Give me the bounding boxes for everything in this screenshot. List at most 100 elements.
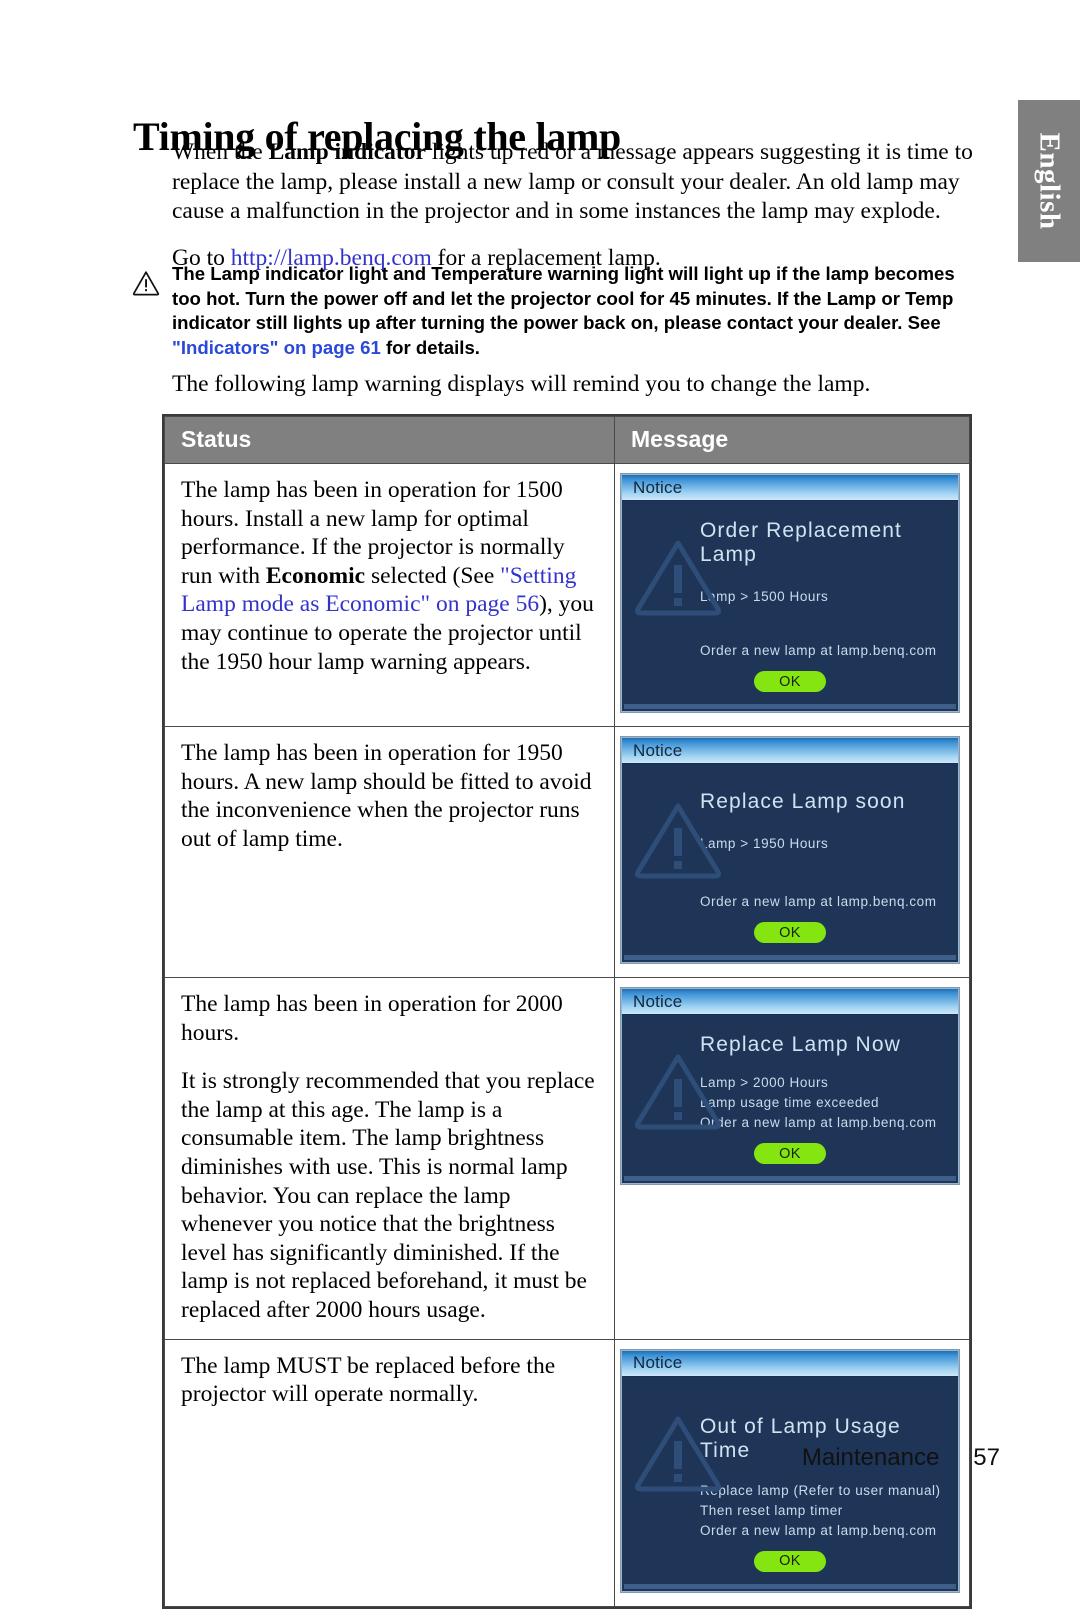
page-footer: Maintenance 57 <box>0 1444 1000 1472</box>
osd-line-top-2: Order a new lamp at lamp.benq.com <box>700 1115 937 1130</box>
message-cell: Notice Out of Lamp Usage Time Replace la… <box>614 1338 970 1607</box>
table-row: The lamp has been in operation for 1500 … <box>164 463 970 727</box>
ok-button[interactable]: OK <box>754 1550 826 1572</box>
language-tab-label: English <box>1033 132 1066 230</box>
status-cell-content: The lamp MUST be replaced before the pro… <box>165 1340 614 1423</box>
status-text-0: The lamp has been in operation for 1950 … <box>181 740 592 852</box>
caution-note-text: The Lamp indicator light and Temperature… <box>172 262 981 360</box>
indicators-page-link[interactable]: "Indicators" on page 61 <box>172 337 381 358</box>
osd-ok-row: OK <box>622 912 958 955</box>
osd-ok-row: OK <box>622 1541 958 1584</box>
osd-body: Replace Lamp Now Lamp > 2000 Hours Lamp u… <box>622 1015 958 1176</box>
status-paragraph-0: The lamp MUST be replaced before the pro… <box>181 1352 598 1409</box>
osd-line-top-0: Lamp > 1950 Hours <box>700 836 829 851</box>
status-cell: The lamp has been in operation for 1950 … <box>164 726 615 978</box>
osd-spacer-top <box>622 567 958 587</box>
status-cell-content: The lamp has been in operation for 1950 … <box>165 727 614 867</box>
status-bold-1: Economic <box>265 562 366 589</box>
osd-spacer <box>700 854 948 892</box>
lead-in-text: The following lamp warning displays will… <box>172 371 871 397</box>
osd-spacer <box>700 607 948 641</box>
osd-line-top-2: Order a new lamp at lamp.benq.com <box>700 1522 937 1538</box>
ok-button[interactable]: OK <box>754 1143 826 1164</box>
message-cell-content: Notice Replace Lamp soon Lamp > 1950 Hou… <box>615 727 969 977</box>
osd-line-top-0: Lamp > 2000 Hours <box>700 1075 829 1090</box>
status-text-0: The lamp MUST be replaced before the pro… <box>181 1352 556 1408</box>
caution-text-part2: for details. <box>380 336 480 358</box>
message-cell: Notice Replace Lamp Now Lamp > 2000 Hour… <box>614 977 970 1340</box>
osd-bottom-bar <box>624 1176 956 1181</box>
osd-titlebar: Notice <box>622 1350 958 1377</box>
status-text-0: It is strongly recommended that you repl… <box>181 1068 595 1323</box>
osd-body: Replace Lamp soon Lamp > 1950 Hours Order… <box>622 764 958 955</box>
osd-titlebar-label: Notice <box>633 1353 683 1373</box>
osd-titlebar-label: Notice <box>633 740 683 760</box>
status-paragraph-0: The lamp has been in operation for 2000 … <box>181 990 598 1047</box>
status-paragraph-0: The lamp has been in operation for 1500 … <box>181 476 598 676</box>
table-body: The lamp has been in operation for 1500 … <box>164 463 970 1607</box>
osd-spacer-top <box>622 814 958 834</box>
language-tab: English <box>1018 100 1080 262</box>
osd-line-bottom-0: Order a new lamp at lamp.benq.com <box>700 643 937 658</box>
status-text-0: The lamp has been in operation for 2000 … <box>181 991 563 1046</box>
warning-triangle-icon <box>131 269 161 297</box>
message-cell-content: Notice Out of Lamp Usage Time Replace la… <box>615 1340 969 1606</box>
osd-line-top-0: Lamp > 1500 Hours <box>700 589 829 604</box>
status-paragraph-1: It is strongly recommended that you repl… <box>181 1067 598 1324</box>
osd-titlebar: Notice <box>622 989 958 1015</box>
status-cell-content: The lamp has been in operation for 1500 … <box>165 464 614 690</box>
osd-notice-dialog: Notice Order Replacement Lamp Lamp > 150… <box>621 474 959 712</box>
osd-line-top-1: Then reset lamp timer <box>700 1502 843 1518</box>
osd-body: Order Replacement Lamp Lamp > 1500 Hours… <box>622 501 958 704</box>
message-cell: Notice Order Replacement Lamp Lamp > 150… <box>614 463 970 727</box>
osd-bottom-bar <box>624 1583 956 1589</box>
osd-line-bottom-0: Order a new lamp at lamp.benq.com <box>700 894 937 909</box>
intro-p1-bold: Lamp indicator <box>268 139 426 165</box>
status-paragraph-0: The lamp has been in operation for 1950 … <box>181 739 598 853</box>
osd-titlebar-label: Notice <box>633 477 683 497</box>
osd-titlebar: Notice <box>622 475 958 501</box>
ok-button[interactable]: OK <box>754 922 826 943</box>
caution-text-part1: The Lamp indicator light and Temperature… <box>172 263 955 333</box>
table-row: The lamp has been in operation for 2000 … <box>164 977 970 1340</box>
lamp-warning-table: Status Message The lamp has been in oper… <box>162 414 972 1609</box>
status-cell: The lamp has been in operation for 2000 … <box>164 977 615 1340</box>
osd-notice-dialog: Notice Replace Lamp Now Lamp > 2000 Hour… <box>621 988 959 1184</box>
message-cell-content: Notice Replace Lamp Now Lamp > 2000 Hour… <box>615 978 969 1198</box>
osd-lines: Lamp > 2000 Hours Lamp usage time exceede… <box>700 1073 958 1133</box>
osd-titlebar-label: Notice <box>633 991 683 1011</box>
osd-heading: Order Replacement Lamp <box>700 519 902 566</box>
status-text-2: selected (See <box>365 562 501 589</box>
osd-line-top-0: Replace lamp (Refer to user manual) <box>700 1482 941 1498</box>
status-cell: The lamp has been in operation for 1500 … <box>164 463 615 727</box>
column-header-message: Message <box>614 416 970 464</box>
osd-body: Out of Lamp Usage Time Replace lamp (Ref… <box>622 1377 958 1584</box>
footer-section: Maintenance <box>801 1444 940 1471</box>
osd-ok-row: OK <box>622 1133 958 1176</box>
footer-page-number: 57 <box>973 1444 1000 1471</box>
osd-lines: Lamp > 1950 Hours Order a new lamp at lam… <box>700 834 958 912</box>
column-header-status: Status <box>164 416 615 464</box>
osd-ok-row: OK <box>622 661 958 704</box>
intro-paragraph-1: When the Lamp indicator lights up red or… <box>172 138 982 227</box>
osd-heading: Replace Lamp soon <box>700 790 906 813</box>
osd-bottom-bar <box>624 955 956 960</box>
status-cell-content: The lamp has been in operation for 2000 … <box>165 978 614 1339</box>
osd-heading: Replace Lamp Now <box>700 1033 901 1056</box>
status-cell: The lamp MUST be replaced before the pro… <box>164 1338 615 1607</box>
message-cell-content: Notice Order Replacement Lamp Lamp > 150… <box>615 464 969 726</box>
osd-lines: Replace lamp (Refer to user manual) Then … <box>700 1481 958 1541</box>
table-header-row: Status Message <box>164 416 970 464</box>
osd-line-top-1: Lamp usage time exceeded <box>700 1095 880 1110</box>
message-cell: Notice Replace Lamp soon Lamp > 1950 Hou… <box>614 726 970 978</box>
table-row: The lamp has been in operation for 1950 … <box>164 726 970 978</box>
osd-bottom-bar <box>624 704 956 709</box>
osd-notice-dialog: Notice Replace Lamp soon Lamp > 1950 Hou… <box>621 737 959 963</box>
osd-lines: Lamp > 1500 Hours Order a new lamp at lam… <box>700 587 958 661</box>
ok-button[interactable]: OK <box>754 671 826 692</box>
table-row: The lamp MUST be replaced before the pro… <box>164 1338 970 1607</box>
osd-spacer-top <box>622 1057 958 1073</box>
osd-titlebar: Notice <box>622 738 958 764</box>
intro-p1-part1: When the <box>172 139 269 165</box>
caution-note: The Lamp indicator light and Temperature… <box>131 262 981 360</box>
